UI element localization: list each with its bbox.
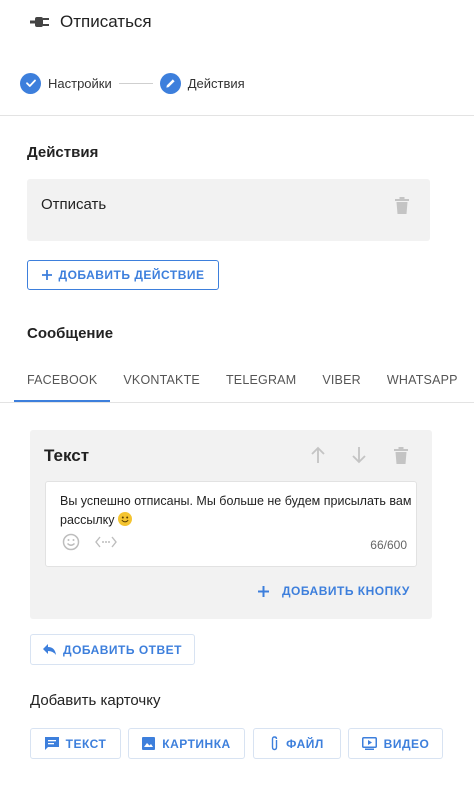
add-button-label: ДОБАВИТЬ КНОПКУ: [282, 584, 410, 598]
tabs-divider: [0, 402, 474, 403]
tab-vkontakte[interactable]: VKONTAKTE: [123, 364, 200, 402]
reply-icon: [43, 644, 57, 655]
arrow-down-icon[interactable]: [351, 446, 367, 469]
video-icon: [361, 737, 377, 750]
add-reply-label: ДОБАВИТЬ ОТВЕТ: [63, 642, 182, 657]
add-button-button[interactable]: ДОБАВИТЬ КНОПКУ: [258, 584, 410, 598]
add-image-card-label: КАРТИНКА: [162, 736, 231, 751]
message-section-title: Сообщение: [27, 325, 114, 342]
add-action-label: ДОБАВИТЬ ДЕЙСТВИЕ: [58, 268, 205, 282]
add-text-card-label: ТЕКСТ: [65, 736, 107, 751]
add-video-card-label: ВИДЕО: [383, 736, 430, 751]
image-icon: [142, 737, 156, 750]
add-file-card-label: ФАЙЛ: [286, 736, 324, 751]
step-actions-indicator[interactable]: [159, 72, 181, 94]
pencil-icon: [166, 78, 175, 88]
stepper: Настройки Действия: [20, 72, 245, 94]
message-text[interactable]: Вы успешно отписаны. Мы больше не будем …: [60, 492, 412, 530]
smile-emoji-icon: [118, 512, 133, 526]
step-connector: [118, 82, 153, 84]
message-text-field[interactable]: Вы успешно отписаны. Мы больше не будем …: [45, 481, 417, 567]
plus-icon: [41, 270, 52, 280]
trash-icon[interactable]: [395, 197, 409, 219]
header-divider: [0, 115, 474, 116]
arrow-up-icon[interactable]: [310, 446, 326, 469]
channel-tabs: FACEBOOK VKONTAKTE TELEGRAM VIBER WHATSA…: [14, 364, 474, 402]
step-settings-label[interactable]: Настройки: [48, 76, 112, 91]
step-settings-indicator[interactable]: [20, 72, 41, 94]
actions-section-title: Действия: [27, 144, 99, 161]
add-file-card-button[interactable]: ФАЙЛ: [253, 728, 341, 759]
message-card: Текст Вы успешно отписаны. Мы больше не …: [30, 430, 432, 619]
tab-facebook[interactable]: FACEBOOK: [14, 364, 111, 402]
check-icon: [25, 79, 36, 87]
add-action-button[interactable]: ДОБАВИТЬ ДЕЙСТВИЕ: [27, 260, 219, 290]
add-video-card-button[interactable]: ВИДЕО: [348, 728, 443, 759]
paperclip-icon: [270, 736, 279, 751]
page-header: Отписаться: [0, 0, 474, 44]
add-text-card-button[interactable]: ТЕКСТ: [30, 728, 121, 759]
add-image-card-button[interactable]: КАРТИНКА: [128, 728, 245, 759]
action-item-label: Отписать: [41, 196, 107, 213]
tab-viber[interactable]: VIBER: [322, 364, 361, 402]
emoji-picker-icon[interactable]: [62, 533, 80, 556]
trash-icon[interactable]: [394, 447, 408, 469]
plug-icon: [30, 12, 50, 32]
step-actions-label[interactable]: Действия: [188, 76, 245, 91]
tab-whatsapp[interactable]: WHATSAPP: [387, 364, 458, 402]
message-icon: [44, 737, 59, 750]
page-title: Отписаться: [60, 12, 152, 31]
action-item[interactable]: Отписать: [27, 179, 430, 241]
tab-telegram[interactable]: TELEGRAM: [226, 364, 296, 402]
add-reply-button[interactable]: ДОБАВИТЬ ОТВЕТ: [30, 634, 195, 665]
message-card-title: Текст: [44, 446, 90, 465]
character-counter: 66/600: [370, 538, 407, 552]
add-card-section-title: Добавить карточку: [30, 692, 161, 709]
variable-insert-icon[interactable]: [95, 535, 117, 553]
plus-icon: [258, 585, 269, 597]
